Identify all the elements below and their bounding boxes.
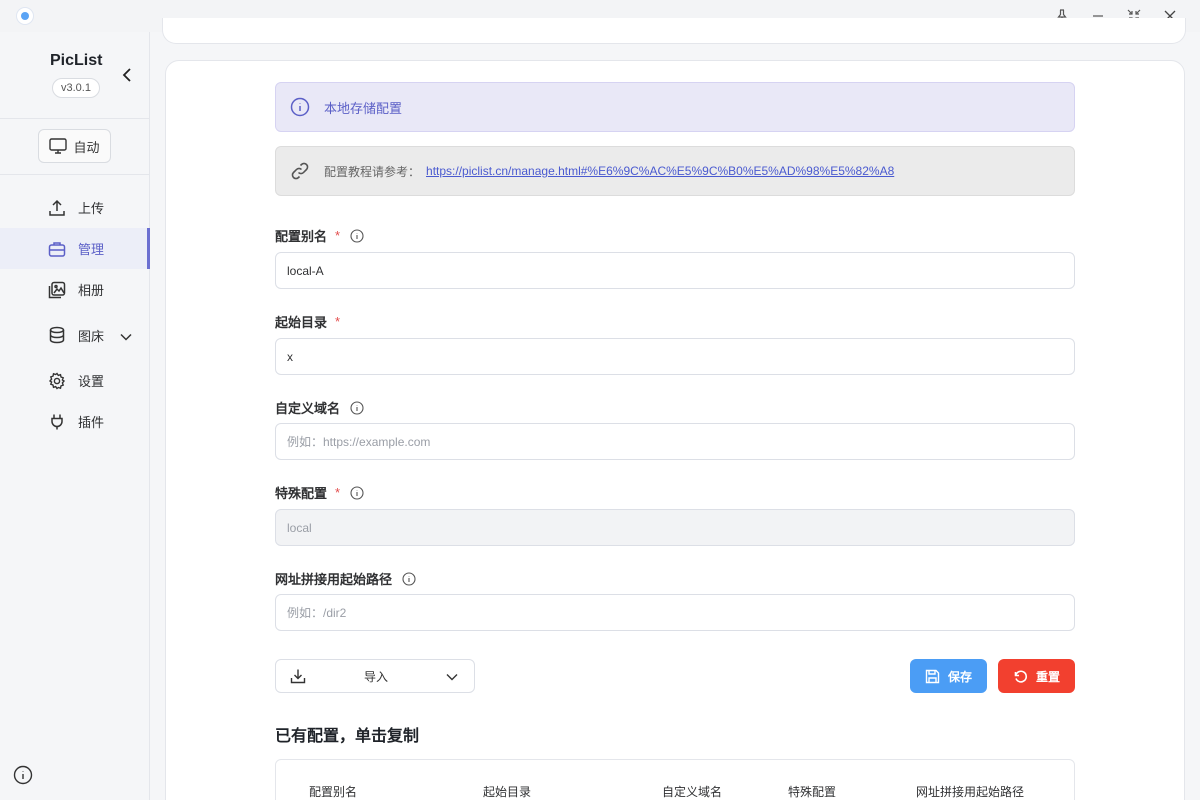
info-icon[interactable] bbox=[350, 400, 364, 415]
sidebar-item-label: 管理 bbox=[78, 242, 105, 257]
app-logo-icon bbox=[16, 7, 34, 25]
info-icon[interactable] bbox=[350, 228, 364, 243]
reset-button[interactable]: 重置 bbox=[998, 659, 1075, 693]
reset-icon bbox=[1014, 670, 1028, 683]
save-label: 保存 bbox=[947, 669, 972, 684]
base-dir-input[interactable] bbox=[275, 338, 1075, 375]
sidebar-item-manage[interactable]: 管理 bbox=[0, 228, 150, 269]
previous-card bbox=[162, 18, 1186, 44]
existing-configs-table: 配置别名 起始目录 自定义域名 特殊配置 网址拼接用起始路径 bbox=[275, 759, 1075, 800]
url-prefix-label: 网址拼接用起始路径 bbox=[275, 569, 416, 588]
info-icon[interactable] bbox=[350, 485, 364, 500]
theme-mode-button[interactable]: 自动 bbox=[38, 129, 111, 163]
about-info-icon[interactable] bbox=[13, 765, 33, 785]
special-config-input bbox=[275, 509, 1075, 546]
link-icon bbox=[290, 161, 310, 181]
table-header-alias: 配置别名 bbox=[309, 785, 358, 799]
chevron-down-icon bbox=[446, 670, 458, 684]
info-icon[interactable] bbox=[402, 571, 416, 586]
database-icon bbox=[48, 326, 66, 344]
alias-label: 配置别名 * bbox=[275, 226, 364, 245]
import-select[interactable]: 导入 bbox=[275, 659, 475, 693]
reset-label: 重置 bbox=[1035, 669, 1060, 684]
alias-input[interactable] bbox=[275, 252, 1075, 289]
custom-domain-input[interactable] bbox=[275, 423, 1075, 460]
info-alert: 本地存储配置 bbox=[275, 82, 1075, 132]
tutorial-link[interactable]: https://piclist.cn/manage.html#%E6%9C%AC… bbox=[426, 164, 894, 178]
collapse-sidebar-icon[interactable] bbox=[118, 66, 136, 84]
sidebar-item-label: 插件 bbox=[78, 415, 105, 430]
monitor-icon bbox=[49, 138, 68, 154]
sidebar-item-label: 设置 bbox=[78, 374, 105, 389]
gallery-icon bbox=[48, 281, 66, 299]
base-dir-label: 起始目录 * bbox=[275, 312, 340, 331]
sidebar: PicList v3.0.1 自动 上传 管理 相册 图床 设置 插件 bbox=[0, 32, 150, 800]
sidebar-item-label: 图床 bbox=[78, 328, 105, 344]
sidebar-item-plugins[interactable]: 插件 bbox=[0, 401, 150, 442]
info-circle-icon bbox=[290, 97, 310, 117]
table-header-base-dir: 起始目录 bbox=[483, 785, 532, 799]
required-mark: * bbox=[335, 485, 341, 500]
theme-mode-label: 自动 bbox=[73, 139, 100, 155]
sidebar-item-picbed[interactable]: 图床 bbox=[0, 310, 150, 360]
divider bbox=[0, 174, 150, 175]
table-header-custom-domain: 自定义域名 bbox=[662, 785, 723, 799]
import-label: 导入 bbox=[364, 669, 389, 684]
download-icon bbox=[290, 668, 306, 684]
custom-domain-label: 自定义域名 bbox=[275, 398, 364, 417]
table-header-special: 特殊配置 bbox=[788, 785, 837, 799]
divider bbox=[0, 118, 150, 119]
base-dir-label-text: 起始目录 bbox=[275, 315, 328, 330]
version-badge: v3.0.1 bbox=[52, 78, 100, 98]
alias-label-text: 配置别名 bbox=[275, 229, 328, 244]
sidebar-item-label: 相册 bbox=[78, 283, 105, 298]
save-button[interactable]: 保存 bbox=[910, 659, 987, 693]
custom-domain-label-text: 自定义域名 bbox=[275, 401, 341, 416]
save-icon bbox=[925, 669, 940, 683]
upload-icon bbox=[48, 199, 66, 217]
special-config-label: 特殊配置 * bbox=[275, 483, 364, 502]
required-mark: * bbox=[335, 228, 341, 243]
briefcase-icon bbox=[48, 240, 66, 258]
table-header-url-prefix: 网址拼接用起始路径 bbox=[916, 785, 1025, 799]
sidebar-item-label: 上传 bbox=[78, 201, 105, 216]
tutorial-alert: 配置教程请参考： https://piclist.cn/manage.html#… bbox=[275, 146, 1075, 196]
plug-icon bbox=[48, 413, 66, 431]
sidebar-item-settings[interactable]: 设置 bbox=[0, 360, 150, 401]
chevron-down-icon bbox=[120, 329, 132, 344]
required-mark: * bbox=[335, 314, 341, 329]
existing-configs-title: 已有配置，单击复制 bbox=[275, 728, 420, 745]
tutorial-prefix: 配置教程请参考： bbox=[324, 164, 421, 179]
gear-icon bbox=[48, 371, 66, 390]
special-config-label-text: 特殊配置 bbox=[275, 486, 328, 501]
url-prefix-label-text: 网址拼接用起始路径 bbox=[275, 572, 393, 587]
info-alert-text: 本地存储配置 bbox=[324, 100, 403, 116]
sidebar-item-upload[interactable]: 上传 bbox=[0, 187, 150, 228]
sidebar-item-gallery[interactable]: 相册 bbox=[0, 269, 150, 310]
sidebar-nav: 上传 管理 相册 图床 设置 插件 bbox=[0, 187, 150, 442]
app-title: PicList bbox=[50, 52, 103, 69]
url-prefix-input[interactable] bbox=[275, 594, 1075, 631]
